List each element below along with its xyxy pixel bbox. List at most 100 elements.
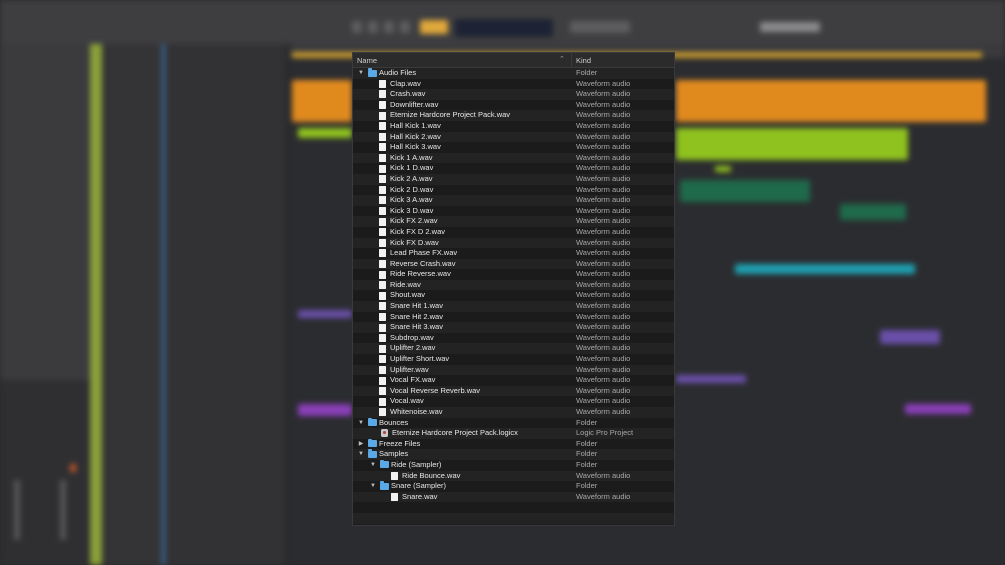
item-name: Reverse Crash.wav bbox=[390, 258, 456, 268]
item-kind: Waveform audio bbox=[576, 258, 631, 268]
chevron-up-icon[interactable]: ⌃ bbox=[559, 55, 565, 63]
item-kind: Waveform audio bbox=[576, 248, 631, 258]
item-kind: Waveform audio bbox=[576, 195, 631, 205]
item-kind: Waveform audio bbox=[576, 364, 631, 374]
item-name: Vocal FX.wav bbox=[390, 375, 436, 385]
folder-row[interactable]: ▼ Audio Files Folder bbox=[353, 68, 674, 79]
file-row[interactable]: Snare.wav Waveform audio bbox=[353, 491, 674, 503]
item-name: Ride.wav bbox=[390, 279, 421, 289]
audio-file-icon bbox=[379, 175, 386, 184]
file-row[interactable]: Hall Kick 3.wav Waveform audio bbox=[353, 142, 674, 153]
file-row[interactable]: Eternize Hardcore Project Pack.wav Wavefo… bbox=[353, 110, 674, 121]
folder-row[interactable]: ▶ Freeze Files Folder bbox=[353, 438, 674, 450]
column-header-name[interactable]: Name bbox=[357, 56, 377, 65]
file-row[interactable]: Clap.wav Waveform audio bbox=[353, 78, 674, 90]
item-kind: Waveform audio bbox=[576, 375, 631, 385]
item-name: Kick 2 D.wav bbox=[390, 184, 434, 194]
file-row[interactable]: Kick 1 D.wav Waveform audio bbox=[353, 163, 674, 174]
file-row[interactable]: Lead Phase FX.wav Waveform audio bbox=[353, 248, 674, 259]
item-name: Kick 3 A.wav bbox=[390, 195, 433, 205]
file-row[interactable]: Kick 1 A.wav Waveform audio bbox=[353, 152, 674, 164]
audio-file-icon bbox=[379, 185, 386, 194]
file-row[interactable]: Kick 2 A.wav Waveform audio bbox=[353, 173, 674, 185]
column-header-kind[interactable]: Kind bbox=[576, 56, 591, 65]
file-row[interactable]: Vocal FX.wav Waveform audio bbox=[353, 375, 674, 386]
file-row[interactable]: Kick FX 2.wav Waveform audio bbox=[353, 216, 674, 227]
item-name: Snare Hit 2.wav bbox=[390, 311, 443, 321]
file-list: ▼ Audio Files Folder Clap.wav Waveform audio… bbox=[353, 68, 674, 525]
disclosure-expanded-icon[interactable]: ▼ bbox=[369, 481, 377, 492]
item-kind: Waveform audio bbox=[576, 205, 631, 215]
empty-row bbox=[353, 502, 674, 513]
item-kind: Waveform audio bbox=[576, 237, 631, 247]
item-kind: Waveform audio bbox=[576, 407, 631, 416]
column-divider[interactable] bbox=[571, 53, 572, 67]
file-row[interactable]: Uplifter Short.wav Waveform audio bbox=[353, 354, 674, 365]
audio-file-icon bbox=[379, 355, 386, 364]
file-row[interactable]: Snare Hit 3.wav Waveform audio bbox=[353, 322, 674, 333]
item-kind: Waveform audio bbox=[576, 152, 631, 162]
item-kind: Waveform audio bbox=[576, 142, 631, 152]
file-row[interactable]: Reverse Crash.wav Waveform audio bbox=[353, 258, 674, 270]
disclosure-expanded-icon[interactable]: ▼ bbox=[357, 68, 365, 79]
item-name: Samples bbox=[379, 449, 409, 459]
item-kind: Waveform audio bbox=[576, 396, 631, 406]
item-name: Kick 3 D.wav bbox=[390, 205, 434, 215]
disclosure-collapsed-icon[interactable]: ▶ bbox=[357, 439, 365, 450]
item-name: Kick FX D 2.wav bbox=[390, 226, 446, 236]
item-name: Kick 1 A.wav bbox=[390, 152, 433, 162]
file-row[interactable]: Hall Kick 2.wav Waveform audio bbox=[353, 131, 674, 143]
file-row[interactable]: Uplifter.wav Waveform audio bbox=[353, 364, 674, 376]
file-row[interactable]: Snare Hit 1.wav Waveform audio bbox=[353, 301, 674, 312]
file-row[interactable]: Vocal Reverse Reverb.wav Waveform audio bbox=[353, 385, 674, 397]
file-row[interactable]: Uplifter 2.wav Waveform audio bbox=[353, 343, 674, 355]
file-row[interactable]: Vocal.wav Waveform audio bbox=[353, 396, 674, 407]
folder-row[interactable]: ▼ Ride (Sampler) Folder bbox=[353, 459, 674, 471]
item-name: Crash.wav bbox=[390, 89, 426, 99]
item-kind: Waveform audio bbox=[576, 343, 631, 353]
file-row[interactable]: Ride.wav Waveform audio bbox=[353, 279, 674, 291]
item-name: Kick FX D.wav bbox=[390, 237, 439, 247]
file-row[interactable]: Subdrop.wav Waveform audio bbox=[353, 332, 674, 344]
item-name: Hall Kick 3.wav bbox=[390, 142, 441, 152]
file-row[interactable]: Crash.wav Waveform audio bbox=[353, 89, 674, 100]
file-row[interactable]: Ride Bounce.wav Waveform audio bbox=[353, 470, 674, 482]
audio-file-icon bbox=[379, 281, 386, 290]
audio-file-icon bbox=[379, 154, 386, 163]
disclosure-expanded-icon[interactable]: ▼ bbox=[369, 460, 377, 471]
file-row[interactable]: Ride Reverse.wav Waveform audio bbox=[353, 269, 674, 280]
item-name: Audio Files bbox=[379, 68, 417, 77]
item-name: Snare Hit 1.wav bbox=[390, 301, 443, 311]
file-row[interactable]: Shout.wav Waveform audio bbox=[353, 290, 674, 302]
item-name: Ride Reverse.wav bbox=[390, 269, 451, 279]
file-row[interactable]: Kick 3 A.wav Waveform audio bbox=[353, 195, 674, 206]
file-row[interactable]: Kick 3 D.wav Waveform audio bbox=[353, 205, 674, 217]
folder-row[interactable]: ▼ Bounces Folder bbox=[353, 417, 674, 429]
file-row[interactable]: Snare Hit 2.wav Waveform audio bbox=[353, 311, 674, 323]
lcd-display bbox=[455, 19, 553, 37]
file-browser[interactable]: Name ⌃ Kind ▼ Audio Files Folder Clap.wav Wa… bbox=[352, 52, 675, 526]
disclosure-expanded-icon[interactable]: ▼ bbox=[357, 418, 365, 429]
audio-file-icon bbox=[379, 259, 386, 268]
folder-row[interactable]: ▼ Samples Folder bbox=[353, 449, 674, 460]
audio-file-icon bbox=[379, 207, 386, 216]
audio-file-icon bbox=[379, 291, 386, 300]
file-row[interactable]: Hall Kick 1.wav Waveform audio bbox=[353, 120, 674, 132]
disclosure-expanded-icon[interactable]: ▼ bbox=[357, 449, 365, 460]
folder-row[interactable]: ▼ Snare (Sampler) Folder bbox=[353, 481, 674, 492]
audio-file-icon bbox=[379, 111, 386, 120]
track-headers bbox=[165, 44, 285, 565]
item-name: Shout.wav bbox=[390, 290, 426, 300]
file-row[interactable]: Whitenoise.wav Waveform audio bbox=[353, 407, 674, 418]
item-name: Snare Hit 3.wav bbox=[390, 322, 443, 332]
audio-file-icon bbox=[379, 270, 386, 279]
item-name: Clap.wav bbox=[390, 78, 421, 88]
file-row[interactable]: Kick FX D 2.wav Waveform audio bbox=[353, 226, 674, 238]
file-row[interactable]: Downlifter.wav Waveform audio bbox=[353, 99, 674, 111]
item-kind: Waveform audio bbox=[576, 322, 631, 332]
audio-file-icon bbox=[379, 238, 386, 247]
item-name: Freeze Files bbox=[379, 438, 421, 448]
file-row[interactable]: Kick 2 D.wav Waveform audio bbox=[353, 184, 674, 196]
file-row[interactable]: Kick FX D.wav Waveform audio bbox=[353, 237, 674, 249]
file-row[interactable]: Eternize Hardcore Project Pack.logicx Log… bbox=[353, 428, 674, 439]
